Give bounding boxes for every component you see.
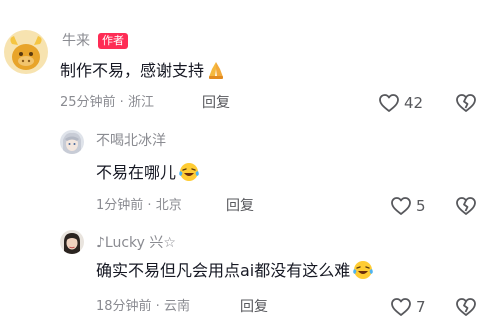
broken-heart-icon <box>456 94 476 112</box>
like-button[interactable]: 7 <box>390 297 426 317</box>
author-badge: 作者 <box>98 33 128 49</box>
anime-character-avatar-icon <box>60 130 84 154</box>
person-photo-avatar-icon <box>60 230 84 254</box>
meta-separator: · <box>115 95 128 110</box>
reply-text: 不易在哪儿 <box>96 162 200 188</box>
dislike-button[interactable] <box>455 196 477 220</box>
heart-outline-icon <box>379 94 399 112</box>
reply-time: 1分钟前 <box>96 198 144 213</box>
comment-meta: 25分钟前 · 浙江 <box>60 94 154 112</box>
like-button[interactable]: 42 <box>378 93 423 113</box>
reply-button[interactable]: 回复 <box>202 94 230 112</box>
dislike-button[interactable] <box>455 93 477 117</box>
avatar[interactable] <box>60 230 84 254</box>
reply-meta: 18分钟前 · 云南 <box>96 298 190 316</box>
reply-location: 云南 <box>163 299 190 314</box>
reply-username[interactable]: ♪Lucky 兴☆ <box>96 234 176 252</box>
reply-text-body: 确实不易但凡会用点ai都没有这么难 <box>96 261 351 280</box>
comment-time: 25分钟前 <box>60 95 116 110</box>
broken-heart-icon <box>456 298 476 316</box>
comment-username[interactable]: 牛来 <box>62 32 90 50</box>
meta-separator: · <box>151 299 164 314</box>
avatar[interactable] <box>60 130 84 154</box>
laughing-crying-emoji-icon <box>178 162 200 188</box>
reply-item: 不喝北冰洋 不易在哪儿 1分钟前 · 北京 回复 5 <box>0 120 484 220</box>
reply-username[interactable]: 不喝北冰洋 <box>96 132 166 150</box>
golden-ox-avatar-icon <box>4 30 48 74</box>
reply-meta: 1分钟前 · 北京 <box>96 197 182 215</box>
like-count: 42 <box>404 94 424 112</box>
reply-text: 确实不易但凡会用点ai都没有这么难 <box>96 260 374 286</box>
folded-hands-emoji-icon <box>206 60 226 86</box>
heart-outline-icon <box>391 197 411 215</box>
reply-time: 18分钟前 <box>96 299 152 314</box>
laughing-crying-emoji-icon <box>352 260 374 286</box>
heart-outline-icon <box>391 298 411 316</box>
reply-button[interactable]: 回复 <box>240 298 268 316</box>
comment-item: 牛来 作者 制作不易，感谢支持 25分钟前 · 浙江 回复 42 <box>0 0 484 120</box>
like-button[interactable]: 5 <box>390 196 426 216</box>
comment-text-body: 制作不易，感谢支持 <box>60 61 205 80</box>
reply-button[interactable]: 回复 <box>226 197 254 215</box>
reply-location: 北京 <box>155 198 182 213</box>
broken-heart-icon <box>456 197 476 215</box>
avatar[interactable] <box>4 30 48 74</box>
reply-item: ♪Lucky 兴☆ 确实不易但凡会用点ai都没有这么难 18分钟前 · 云南 回… <box>0 220 484 326</box>
meta-separator: · <box>143 198 156 213</box>
like-count: 5 <box>416 197 426 215</box>
comment-location: 浙江 <box>127 95 154 110</box>
like-count: 7 <box>416 298 426 316</box>
comment-text: 制作不易，感谢支持 <box>60 60 226 86</box>
reply-text-body: 不易在哪儿 <box>96 163 177 182</box>
dislike-button[interactable] <box>455 297 477 321</box>
